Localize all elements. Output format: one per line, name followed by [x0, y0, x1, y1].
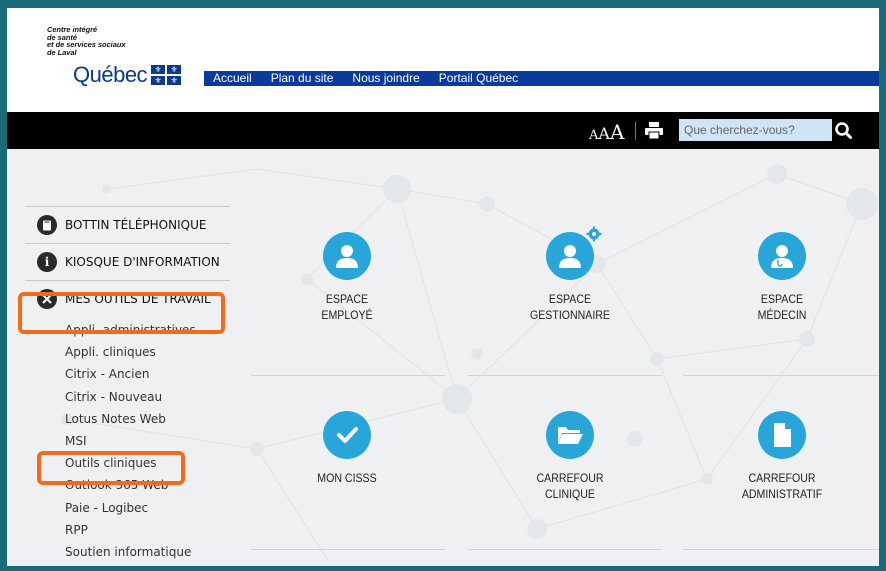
user-icon: [323, 232, 371, 280]
font-size-medium-button[interactable]: A: [598, 124, 610, 143]
tile-divider: [683, 549, 879, 550]
sidebar: BOTTIN TÉLÉPHONIQUE i KIOSQUE D'INFORMAT…: [25, 206, 230, 563]
submenu-citrix-nouveau[interactable]: Citrix - Nouveau: [65, 386, 230, 408]
tile-divider: [683, 375, 879, 376]
org-line: de Laval: [47, 47, 77, 57]
tile-carrefour-administratif[interactable]: CARREFOUR ADMINISTRATIF: [692, 411, 872, 503]
org-name: Centre intégré de santé et de services s…: [47, 26, 125, 56]
info-icon: i: [37, 252, 57, 272]
tile-divider: [468, 375, 662, 376]
highlight-outils-cliniques: [37, 451, 185, 485]
tile-label: CARREFOUR ADMINISTRATIF: [741, 473, 823, 501]
sidebar-item-bottin[interactable]: BOTTIN TÉLÉPHONIQUE: [25, 206, 230, 243]
sidebar-item-label: BOTTIN TÉLÉPHONIQUE: [65, 218, 207, 232]
fleurdelise-flag-icon: ⚜ ⚜ ⚜ ⚜: [151, 65, 182, 85]
tile-label: MON CISSS: [317, 473, 377, 485]
tile-espace-employe[interactable]: ESPACE EMPLOYÉ: [257, 232, 437, 324]
highlight-mes-outils: [18, 292, 225, 334]
submenu-lotus-notes-web[interactable]: Lotus Notes Web: [65, 408, 230, 430]
page-frame: Centre intégré de santé et de services s…: [7, 8, 879, 566]
nav-plan-du-site[interactable]: Plan du site: [262, 71, 344, 86]
nav-nous-joindre[interactable]: Nous joindre: [343, 71, 429, 86]
main-content: BOTTIN TÉLÉPHONIQUE i KIOSQUE D'INFORMAT…: [7, 149, 879, 566]
font-size-small-button[interactable]: A: [589, 128, 598, 143]
submenu-msi[interactable]: MSI: [65, 430, 230, 452]
tile-divider: [468, 549, 662, 550]
tools-submenu: Appli. administratives Appli. cliniques …: [65, 319, 230, 563]
search-input[interactable]: [679, 119, 832, 141]
user-gear-icon: [546, 226, 602, 280]
submenu-rpp[interactable]: RPP: [65, 519, 230, 541]
toolbar-divider: [635, 122, 636, 140]
tile-espace-gestionnaire[interactable]: ESPACE GESTIONNAIRE: [480, 226, 660, 324]
tile-label: ESPACE MÉDECIN: [757, 294, 807, 322]
tile-label: CARREFOUR CLINIQUE: [536, 473, 604, 501]
submenu-appli-cliniques[interactable]: Appli. cliniques: [65, 341, 230, 363]
submenu-soutien-informatique[interactable]: Soutien informatique: [65, 541, 230, 563]
nav-portail-quebec[interactable]: Portail Québec: [430, 71, 528, 86]
tile-divider: [251, 549, 445, 550]
document-icon: [758, 411, 806, 459]
checkmark-icon: [323, 411, 371, 459]
quebec-logo[interactable]: Québec ⚜ ⚜ ⚜ ⚜: [73, 62, 182, 88]
submenu-citrix-ancien[interactable]: Citrix - Ancien: [65, 363, 230, 385]
sidebar-item-kiosque[interactable]: i KIOSQUE D'INFORMATION: [25, 243, 230, 280]
tile-label: ESPACE EMPLOYÉ: [321, 294, 373, 322]
quebec-wordmark: Québec: [73, 62, 148, 87]
toolbar: AAA: [7, 112, 879, 149]
sidebar-item-label: KIOSQUE D'INFORMATION: [65, 255, 220, 269]
top-nav: Accueil Plan du site Nous joindre Portai…: [204, 71, 879, 86]
folder-icon: [546, 411, 594, 459]
doctor-icon: [758, 232, 806, 280]
submenu-paie-logibec[interactable]: Paie - Logibec: [65, 497, 230, 519]
nav-accueil[interactable]: Accueil: [204, 71, 262, 86]
tile-label: ESPACE GESTIONNAIRE: [530, 294, 610, 322]
book-icon: [37, 215, 57, 235]
tile-espace-medecin[interactable]: ESPACE MÉDECIN: [692, 232, 872, 324]
tile-carrefour-clinique[interactable]: CARREFOUR CLINIQUE: [480, 411, 660, 503]
tile-divider: [251, 375, 445, 376]
print-icon[interactable]: [645, 122, 663, 139]
tile-mon-cisss[interactable]: MON CISSS: [257, 411, 437, 487]
font-size-controls: AAA: [589, 120, 624, 144]
font-size-large-button[interactable]: A: [610, 120, 624, 144]
header: Centre intégré de santé et de services s…: [7, 8, 879, 110]
search-icon[interactable]: [833, 117, 855, 143]
